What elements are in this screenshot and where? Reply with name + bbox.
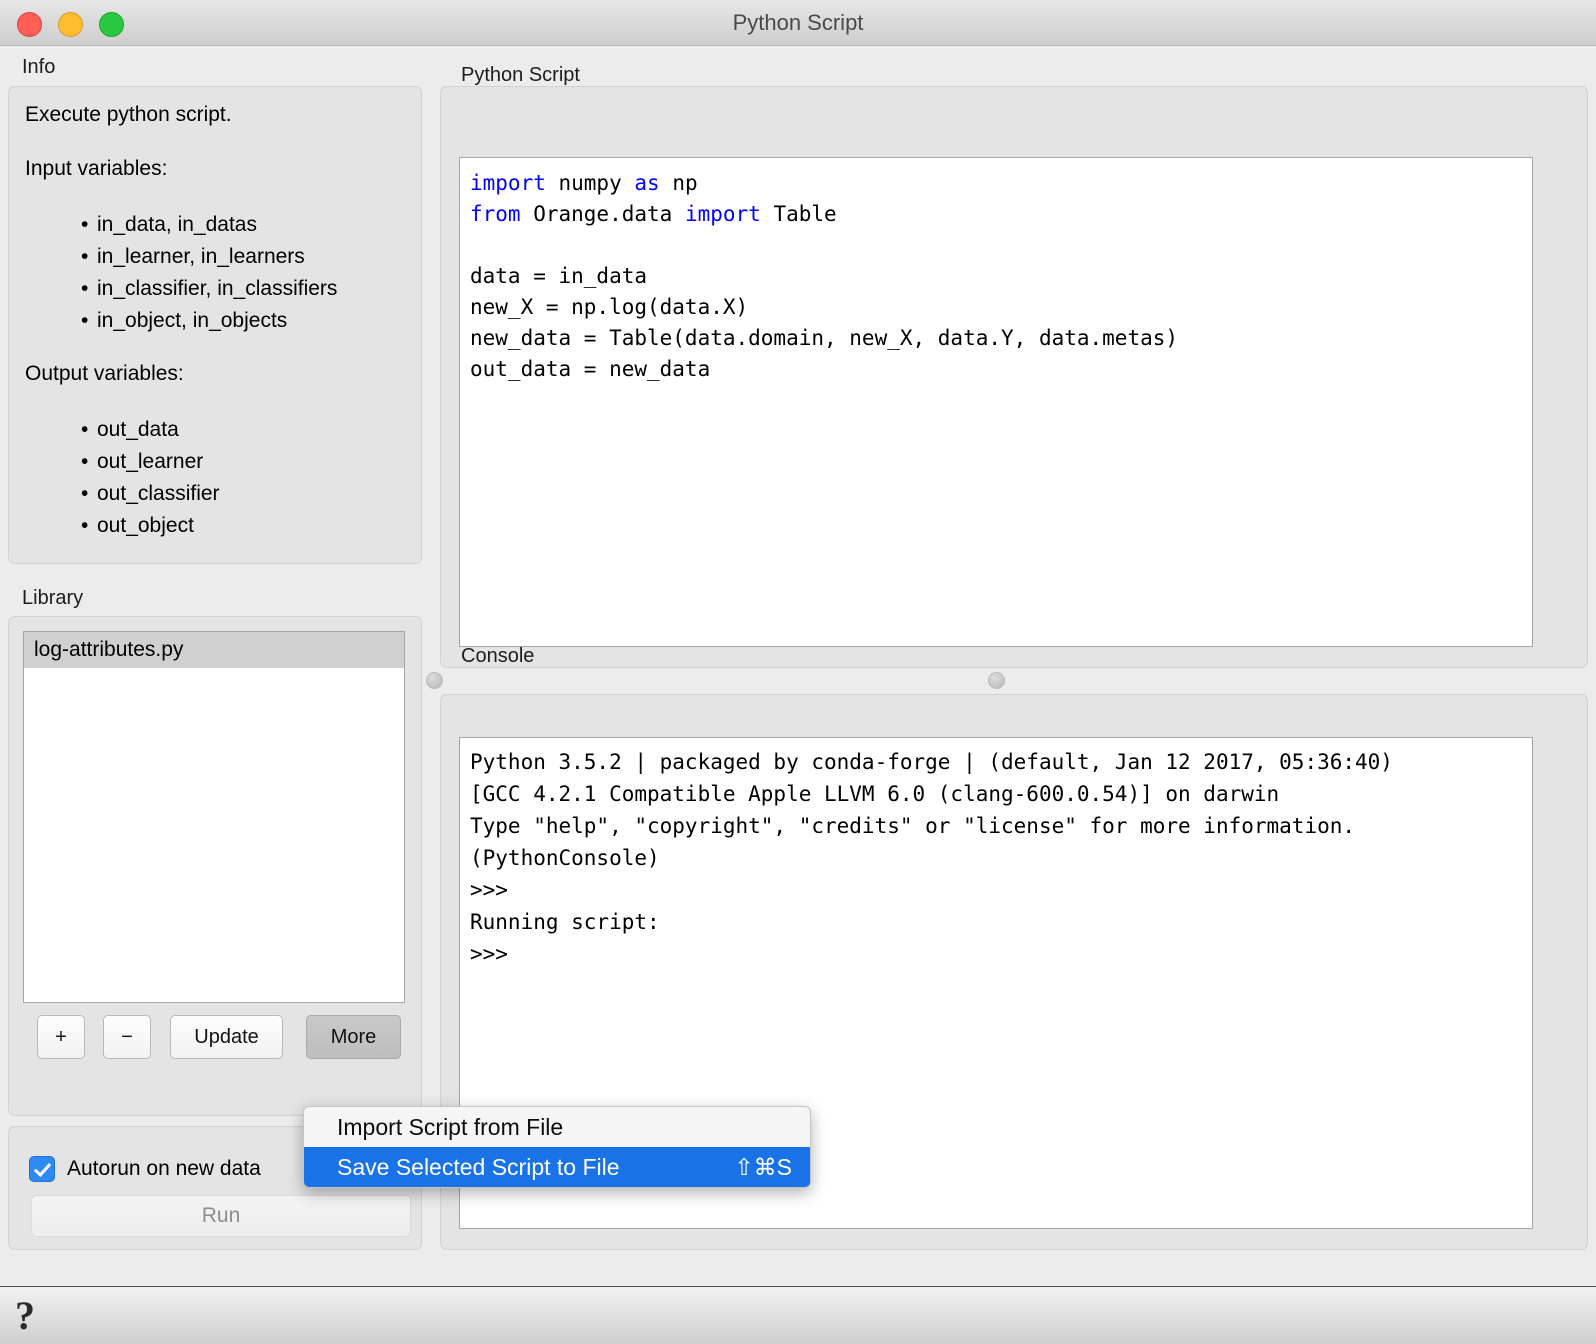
- info-output-item: • out_classifier: [81, 482, 220, 505]
- python-script-window: Python Script Info Execute python script…: [0, 0, 1596, 1344]
- info-input-item: • in_object, in_objects: [81, 309, 288, 332]
- update-script-button[interactable]: Update: [170, 1015, 283, 1059]
- script-caption: Python Script: [461, 64, 580, 86]
- info-panel: Execute python script. Input variables: …: [8, 86, 422, 564]
- window-title: Python Script: [732, 10, 864, 35]
- list-item[interactable]: log-attributes.py: [24, 632, 404, 668]
- bullet-icon: •: [81, 418, 89, 441]
- window-body: Info Execute python script. Input variab…: [0, 46, 1596, 1286]
- status-bar: ?: [0, 1286, 1596, 1344]
- info-output-heading: Output variables:: [25, 362, 184, 385]
- info-caption: Info: [22, 56, 56, 78]
- menu-item-label: Import Script from File: [337, 1114, 564, 1140]
- autorun-checkbox-row[interactable]: Autorun on new data: [29, 1155, 261, 1183]
- console-caption: Console: [461, 645, 535, 667]
- script-panel: import numpy as np from Orange.data impo…: [440, 86, 1588, 668]
- add-script-button[interactable]: +: [37, 1015, 85, 1059]
- bullet-icon: •: [81, 309, 89, 332]
- info-output-item: • out_object: [81, 514, 194, 537]
- remove-script-button[interactable]: −: [103, 1015, 151, 1059]
- info-input-item: • in_classifier, in_classifiers: [81, 277, 338, 300]
- run-button[interactable]: Run: [31, 1195, 411, 1237]
- more-dropdown-menu: Import Script from File Save Selected Sc…: [303, 1106, 811, 1188]
- autorun-label: Autorun on new data: [67, 1157, 261, 1180]
- autorun-checkbox[interactable]: [29, 1156, 55, 1182]
- bullet-icon: •: [81, 514, 89, 537]
- info-description: Execute python script.: [25, 103, 232, 126]
- menu-item-label: Save Selected Script to File: [337, 1154, 620, 1180]
- library-panel: log-attributes.py + − Update More: [8, 616, 422, 1116]
- bullet-icon: •: [81, 450, 89, 473]
- info-input-item: • in_data, in_datas: [81, 213, 257, 236]
- horizontal-splitter-handle[interactable]: [988, 672, 1005, 689]
- library-caption: Library: [22, 587, 84, 609]
- window-titlebar: Python Script: [0, 0, 1596, 46]
- script-editor[interactable]: import numpy as np from Orange.data impo…: [459, 157, 1533, 647]
- vertical-splitter-handle[interactable]: [426, 672, 443, 689]
- bullet-icon: •: [81, 482, 89, 505]
- menu-item-save-script[interactable]: Save Selected Script to File ⇧⌘S: [304, 1147, 810, 1187]
- info-input-item: • in_learner, in_learners: [81, 245, 305, 268]
- info-output-item: • out_data: [81, 418, 179, 441]
- script-code: import numpy as np from Orange.data impo…: [470, 171, 1179, 381]
- info-input-heading: Input variables:: [25, 157, 168, 180]
- console-text: Python 3.5.2 | packaged by conda-forge |…: [470, 750, 1393, 966]
- help-icon[interactable]: ?: [8, 1296, 42, 1336]
- more-button[interactable]: More: [306, 1015, 401, 1059]
- library-list[interactable]: log-attributes.py: [23, 631, 405, 1003]
- menu-item-shortcut: ⇧⌘S: [734, 1154, 792, 1180]
- library-button-row: + − Update More: [23, 1015, 405, 1059]
- menu-item-import-script[interactable]: Import Script from File: [304, 1107, 810, 1147]
- info-output-item: • out_learner: [81, 450, 204, 473]
- bullet-icon: •: [81, 277, 89, 300]
- bullet-icon: •: [81, 213, 89, 236]
- bullet-icon: •: [81, 245, 89, 268]
